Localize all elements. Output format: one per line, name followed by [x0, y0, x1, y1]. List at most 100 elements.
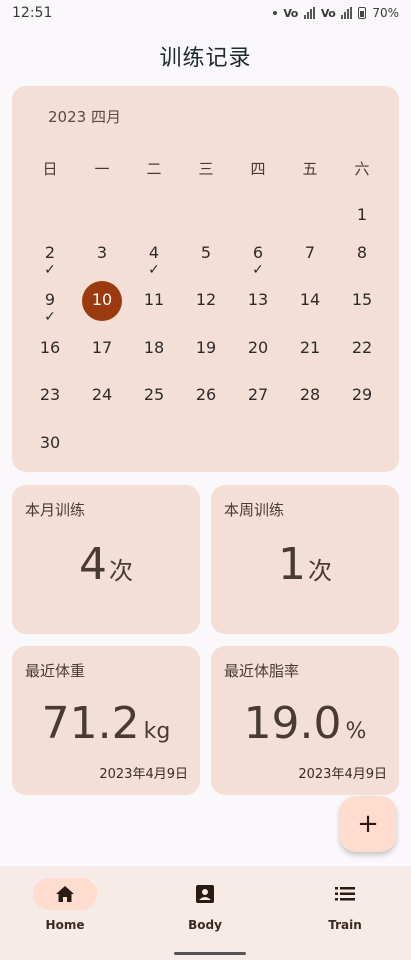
check-icon: ✓: [148, 262, 160, 278]
status-time: 12:51: [12, 5, 53, 21]
status-icons: Vo Vo 70%: [273, 6, 399, 20]
calendar-day-number: 2: [44, 243, 56, 262]
page-title: 训练记录: [159, 46, 252, 71]
calendar-day[interactable]: 24: [82, 386, 122, 404]
calendar-day-number: 17: [91, 338, 113, 357]
calendar-day[interactable]: 30: [30, 434, 70, 452]
calendar-day[interactable]: 17: [82, 339, 122, 357]
calendar-day[interactable]: 4 ✓: [134, 243, 174, 278]
calendar-day[interactable]: 13: [238, 291, 278, 309]
weekday-label: 一: [94, 160, 110, 178]
calendar-day[interactable]: 15: [342, 291, 382, 309]
signal-icon-2: [341, 7, 353, 19]
weekday-label: 日: [42, 160, 58, 178]
calendar-day-number: 13: [247, 290, 269, 309]
nav-train-label: Train: [328, 918, 362, 932]
monthly-training-label: 本月训练: [25, 501, 86, 519]
calendar-day-number: 12: [195, 290, 217, 309]
calendar-day[interactable]: 26: [186, 386, 226, 404]
calendar-day[interactable]: 29: [342, 386, 382, 404]
weekly-training-label: 本周训练: [224, 501, 285, 519]
calendar-day-number: 23: [39, 385, 61, 404]
calendar-day-number: 16: [39, 338, 61, 357]
weekly-training-card: 本周训练 1次: [211, 485, 399, 634]
nav-body-pill: [173, 878, 237, 910]
calendar-day-number: 24: [91, 385, 113, 404]
battery-icon: [358, 7, 367, 19]
calendar-day-number: 7: [304, 243, 316, 262]
calendar-day[interactable]: 2 ✓: [30, 243, 70, 278]
calendar-day[interactable]: 9 ✓: [30, 290, 70, 325]
signal-icon: [303, 7, 315, 19]
calendar-day[interactable]: 18: [134, 339, 174, 357]
calendar-day[interactable]: 11: [134, 291, 174, 309]
nav-item-home[interactable]: Home: [15, 878, 115, 932]
calendar-day-number: 5: [200, 243, 212, 262]
nav-train-pill: [313, 878, 377, 910]
calendar-day[interactable]: 8: [342, 244, 382, 262]
calendar-day-number: 8: [356, 243, 368, 262]
calendar-day-number: 6: [252, 243, 264, 262]
battery-percent: 70%: [372, 6, 399, 20]
nav-item-train[interactable]: Train: [295, 878, 395, 932]
calendar-day[interactable]: 14: [290, 291, 330, 309]
weekly-training-value: 1次: [211, 539, 399, 590]
weekday-label: 六: [354, 160, 370, 178]
calendar-day[interactable]: 20: [238, 339, 278, 357]
volte-icon: Vo: [283, 6, 298, 20]
calendar-day-number: 26: [195, 385, 217, 404]
calendar-day[interactable]: 27: [238, 386, 278, 404]
notification-dot-icon: [273, 11, 278, 15]
calendar-day[interactable]: 23: [30, 386, 70, 404]
calendar-day-number: 11: [143, 290, 165, 309]
calendar-day-number: 30: [39, 433, 61, 452]
calendar-day-number: 4: [148, 243, 160, 262]
calendar-day[interactable]: 16: [30, 339, 70, 357]
calendar-card: 2023 四月 日一二三四五六 1 2 ✓ 3 4 ✓ 5 6 ✓ 7 8 9 ✓ 10 11 12 13 14 1…: [12, 86, 399, 472]
calendar-day-number: 21: [299, 338, 321, 357]
weekly-training-count: 1: [278, 539, 306, 590]
check-icon: ✓: [252, 262, 264, 278]
calendar-day-number: 10: [91, 290, 113, 309]
nav-item-body[interactable]: Body: [155, 878, 255, 932]
monthly-training-value: 4次: [12, 539, 200, 590]
bodyfat-date: 2023年4月9日: [298, 767, 387, 782]
nav-home-pill: [33, 878, 97, 910]
calendar-day[interactable]: 6 ✓: [238, 243, 278, 278]
calendar-day[interactable]: 28: [290, 386, 330, 404]
volte-icon-2: Vo: [320, 6, 336, 20]
calendar-day-number: 22: [351, 338, 373, 357]
calendar-day-number: 9: [44, 290, 56, 309]
weight-number: 71.2: [41, 698, 140, 749]
recent-weight-label: 最近体重: [25, 662, 86, 680]
calendar-month-label: 2023 四月: [48, 108, 121, 126]
calendar-day-number: 25: [143, 385, 165, 404]
calendar-day-number: 1: [356, 205, 368, 224]
calendar-day[interactable]: 19: [186, 339, 226, 357]
calendar-day-number: 20: [247, 338, 269, 357]
recent-weight-card: 最近体重 71.2 kg 2023年4月9日: [12, 646, 200, 795]
calendar-day[interactable]: 22: [342, 339, 382, 357]
recent-bodyfat-card: 最近体脂率 19.0% 2023年4月9日: [211, 646, 399, 795]
status-bar: 12:51 Vo Vo 70%: [0, 0, 411, 26]
calendar-day-number: 27: [247, 385, 269, 404]
monthly-training-count: 4: [79, 539, 107, 590]
person-box-icon: [196, 885, 214, 903]
calendar-day-number: 28: [299, 385, 321, 404]
calendar-day[interactable]: 1: [342, 206, 382, 224]
calendar-day[interactable]: 25: [134, 386, 174, 404]
calendar-day[interactable]: 12: [186, 291, 226, 309]
calendar-day[interactable]: 7: [290, 244, 330, 262]
weekday-label: 三: [198, 160, 214, 178]
calendar-day-today[interactable]: 10: [82, 291, 122, 309]
check-icon: ✓: [44, 262, 56, 278]
calendar-day[interactable]: 5: [186, 244, 226, 262]
add-record-button[interactable]: +: [340, 796, 396, 852]
calendar-day[interactable]: 3: [82, 244, 122, 262]
weekly-training-unit: 次: [308, 557, 332, 585]
calendar-day-number: 3: [96, 243, 108, 262]
weight-unit: kg: [143, 719, 171, 744]
calendar-day-number: 19: [195, 338, 217, 357]
weekday-label: 四: [250, 160, 266, 178]
calendar-day[interactable]: 21: [290, 339, 330, 357]
